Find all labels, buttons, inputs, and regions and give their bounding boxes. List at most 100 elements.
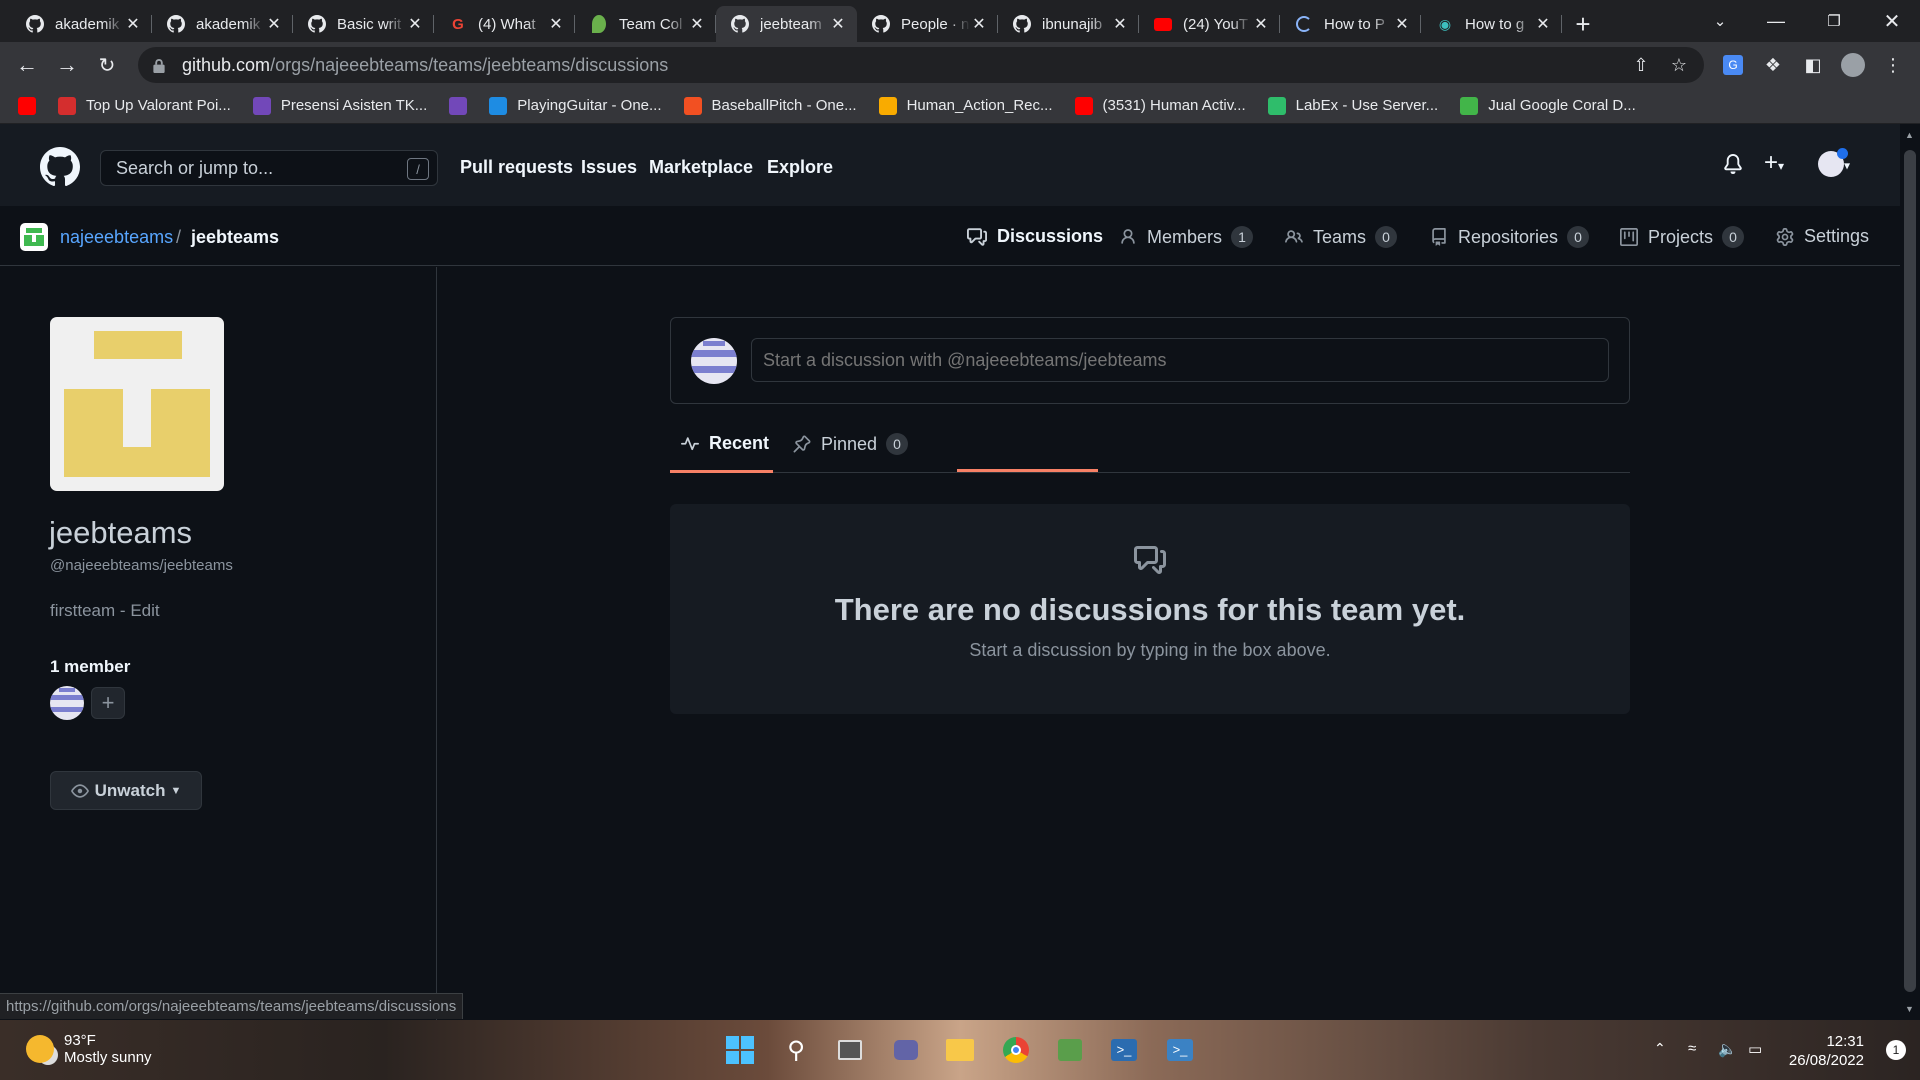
side-panel-icon[interactable]: ◧ [1800, 52, 1826, 78]
bookmark-item[interactable]: LabEx - Use Server... [1267, 96, 1438, 115]
add-member-button[interactable]: + [91, 687, 125, 719]
browser-tab[interactable]: akademik ✕ [152, 6, 293, 42]
browser-tab[interactable]: Basic writ ✕ [293, 6, 434, 42]
translate-extension-icon[interactable]: G [1720, 52, 1746, 78]
new-discussion-input[interactable] [751, 338, 1609, 382]
share-icon[interactable]: ⇧ [1628, 52, 1654, 78]
close-tab-icon[interactable]: ✕ [1534, 14, 1552, 34]
create-new-dropdown[interactable]: +▾ [1764, 149, 1784, 177]
tab-pinned[interactable]: Pinned 0 [793, 433, 909, 455]
search-input[interactable]: Search or jump to... / [100, 150, 438, 186]
back-button[interactable]: ← [12, 50, 42, 80]
windows-icon [683, 96, 702, 115]
file-explorer-icon[interactable] [942, 1032, 978, 1068]
notifications-bell-icon[interactable] [1723, 154, 1743, 180]
browser-tab[interactable]: jeebteam ✕ [716, 6, 857, 42]
browser-tab[interactable]: G (4) What ✕ [434, 6, 575, 42]
bookmark-item[interactable] [449, 96, 468, 115]
close-tab-icon[interactable]: ✕ [1111, 14, 1129, 34]
empty-state-title: There are no discussions for this team y… [834, 592, 1466, 627]
tab-repositories[interactable]: Repositories 0 [1430, 226, 1590, 248]
bookmark-item[interactable]: Human_Action_Rec... [878, 96, 1053, 115]
terminal-icon[interactable]: >_ [1106, 1032, 1142, 1068]
bookmark-star-icon[interactable]: ☆ [1666, 52, 1692, 78]
tab-members[interactable]: Members 1 [1119, 226, 1254, 248]
bookmark-item[interactable] [18, 96, 36, 115]
scroll-down-arrow[interactable]: ▼ [1905, 1004, 1914, 1014]
weather-widget[interactable]: 93°F Mostly sunny [26, 1032, 152, 1066]
tab-projects[interactable]: Projects 0 [1620, 226, 1745, 248]
tab-settings[interactable]: Settings [1776, 226, 1869, 247]
github-logo-icon[interactable] [40, 147, 80, 187]
chrome-icon[interactable] [998, 1032, 1034, 1068]
browser-tab-title: People · n [901, 15, 970, 33]
task-view-icon[interactable] [832, 1032, 868, 1068]
search-icon[interactable]: ⚲ [778, 1032, 814, 1068]
page-scrollbar[interactable]: ▲ ▼ [1900, 124, 1920, 1020]
breadcrumb-org[interactable]: najeeebteams [60, 227, 173, 248]
bookmark-item[interactable]: BaseballPitch - One... [683, 96, 857, 115]
close-tab-icon[interactable]: ✕ [547, 14, 565, 34]
nav-pull-requests[interactable]: Pull requests [460, 157, 573, 178]
profile-avatar-icon[interactable] [1840, 52, 1866, 78]
close-tab-icon[interactable]: ✕ [829, 14, 847, 34]
user-avatar-dropdown[interactable]: ▾ [1818, 148, 1850, 177]
tab-teams[interactable]: Teams 0 [1285, 226, 1398, 248]
browser-tab[interactable]: How to P ✕ [1280, 6, 1421, 42]
scroll-up-arrow[interactable]: ▲ [1905, 130, 1914, 140]
chrome-menu-icon[interactable]: ⋮ [1880, 52, 1906, 78]
minimize-button[interactable]: — [1748, 0, 1804, 42]
breadcrumb-team[interactable]: jeebteams [191, 227, 279, 248]
nav-issues[interactable]: Issues [581, 157, 637, 178]
close-tab-icon[interactable]: ✕ [124, 14, 142, 34]
close-tab-icon[interactable]: ✕ [970, 14, 988, 34]
nav-marketplace[interactable]: Marketplace [649, 157, 753, 178]
powershell-icon[interactable]: >_ [1162, 1032, 1198, 1068]
nav-explore[interactable]: Explore [767, 157, 833, 178]
edit-description-link[interactable]: Edit [130, 601, 159, 620]
browser-tab[interactable]: People · n ✕ [857, 6, 998, 42]
battery-icon[interactable]: ▭ [1748, 1040, 1762, 1058]
extensions-puzzle-icon[interactable]: ❖ [1760, 52, 1786, 78]
volume-icon[interactable]: 🔈 [1718, 1040, 1737, 1058]
tab-search-icon[interactable]: ⌄ [1692, 0, 1748, 42]
scrollbar-thumb[interactable] [1904, 150, 1916, 992]
notification-badge[interactable]: 1 [1886, 1040, 1906, 1060]
forward-button[interactable]: → [52, 50, 82, 80]
address-bar[interactable]: github.com/orgs/najeeebteams/teams/jeebt… [138, 47, 1704, 83]
restore-button[interactable]: ❐ [1806, 0, 1862, 42]
member-avatar[interactable] [50, 686, 84, 720]
new-tab-button[interactable]: + [1562, 6, 1604, 42]
tab-discussions[interactable]: Discussions [967, 226, 1103, 247]
close-window-button[interactable]: ✕ [1864, 0, 1920, 42]
windows-start-icon[interactable] [722, 1032, 758, 1068]
browser-tab-title: How to P [1324, 15, 1385, 33]
bookmark-item[interactable]: Presensi Asisten TK... [252, 96, 427, 115]
browser-tab[interactable]: akademik ✕ [11, 6, 152, 42]
browser-tab[interactable]: (24) YouT ✕ [1139, 6, 1280, 42]
wifi-icon[interactable]: ≈ [1688, 1040, 1696, 1057]
browser-tab[interactable]: Team Col ✕ [575, 6, 716, 42]
bookmark-item[interactable]: Top Up Valorant Poi... [58, 96, 231, 115]
tab-discussions-label: Discussions [997, 226, 1104, 246]
close-tab-icon[interactable]: ✕ [265, 14, 283, 34]
bookmark-item[interactable]: Jual Google Coral D... [1460, 96, 1636, 115]
team-description-text: firstteam [50, 601, 116, 620]
image-app-icon[interactable] [1052, 1032, 1088, 1068]
org-avatar[interactable] [20, 223, 48, 251]
system-clock[interactable]: 12:31 26/08/2022 [1789, 1032, 1864, 1070]
close-tab-icon[interactable]: ✕ [406, 14, 424, 34]
reload-button[interactable]: ↻ [92, 50, 122, 80]
close-tab-icon[interactable]: ✕ [688, 14, 706, 34]
browser-tab[interactable]: ◉ How to g ✕ [1421, 6, 1562, 42]
bookmark-item[interactable]: PlayingGuitar - One... [489, 96, 662, 115]
close-tab-icon[interactable]: ✕ [1252, 14, 1270, 34]
browser-tab[interactable]: ibnunajib ✕ [998, 6, 1139, 42]
tab-recent[interactable]: Recent [681, 433, 769, 454]
team-sidebar: jeebteams @najeeebteams/jeebteams firstt… [0, 267, 437, 1020]
show-hidden-icons-chevron[interactable]: ⌃ [1654, 1040, 1666, 1057]
unwatch-button[interactable]: Unwatch ▼ [50, 771, 202, 810]
bookmark-item[interactable]: (3531) Human Activ... [1074, 96, 1246, 115]
close-tab-icon[interactable]: ✕ [1393, 14, 1411, 34]
teams-chat-icon[interactable] [888, 1032, 924, 1068]
